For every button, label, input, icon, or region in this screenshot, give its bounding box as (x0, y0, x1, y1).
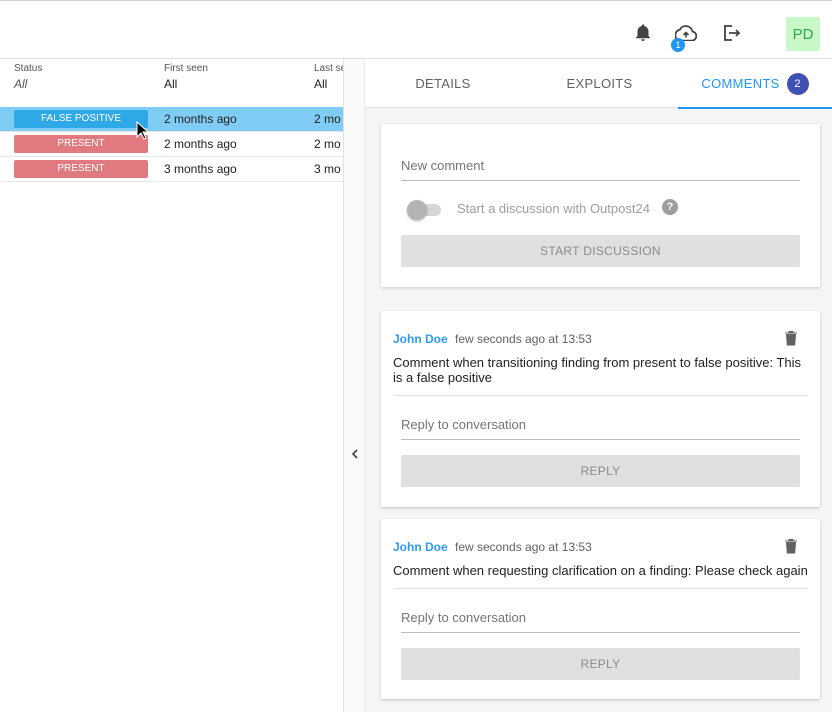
mouse-cursor-icon (136, 121, 150, 140)
comment-author[interactable]: John Doe (393, 332, 448, 346)
comment-card: John Doe few seconds ago at 13:53 Commen… (381, 519, 820, 699)
findings-table: Status All First seen All Last se All FA… (0, 59, 343, 712)
new-comment-input[interactable]: New comment (401, 158, 800, 181)
notification-badge: 1 (671, 38, 685, 52)
status-badge: PRESENT (14, 160, 148, 178)
comments-count-badge: 2 (786, 72, 809, 95)
comment-time: few seconds ago at 13:53 (455, 540, 592, 554)
reply-button[interactable]: REPLY (401, 455, 800, 487)
panel-divider[interactable] (343, 59, 365, 712)
chevron-left-icon[interactable] (348, 447, 362, 461)
table-row[interactable]: PRESENT 2 months ago 2 mo (0, 132, 343, 157)
help-icon[interactable]: ? (662, 199, 678, 215)
comment-text: Comment when transitioning finding from … (393, 355, 802, 385)
start-discussion-button[interactable]: START DISCUSSION (401, 235, 800, 267)
first-seen-cell: 2 months ago (164, 112, 237, 126)
comment-text: Comment when requesting clarification on… (393, 563, 808, 578)
first-seen-filter[interactable]: All (164, 77, 177, 91)
status-badge: FALSE POSITIVE (14, 110, 148, 128)
bell-icon[interactable] (631, 21, 655, 45)
trash-icon[interactable] (784, 538, 798, 554)
table-row[interactable]: PRESENT 3 months ago 3 mo (0, 157, 343, 182)
trash-icon[interactable] (784, 330, 798, 346)
top-bar: 1 PD (0, 0, 832, 59)
divider (393, 395, 808, 396)
logout-icon[interactable] (719, 21, 743, 45)
tab-exploits[interactable]: EXPLOITS (521, 59, 678, 108)
column-header-last-seen[interactable]: Last se (314, 63, 343, 74)
first-seen-cell: 3 months ago (164, 162, 237, 176)
column-header-status[interactable]: Status (14, 63, 42, 74)
tab-label: DETAILS (415, 76, 471, 91)
tab-bar: DETAILS EXPLOITS COMMENTS 2 (365, 59, 832, 109)
tab-comments[interactable]: COMMENTS 2 (678, 59, 832, 109)
active-tab-indicator (678, 107, 832, 109)
comment-card: John Doe few seconds ago at 13:53 Commen… (381, 311, 820, 507)
last-seen-cell: 2 mo (314, 112, 341, 126)
discussion-toggle-knob[interactable] (407, 200, 427, 220)
table-row[interactable]: FALSE POSITIVE 2 months ago 2 mo (0, 107, 343, 132)
comment-time: few seconds ago at 13:53 (455, 332, 592, 346)
status-badge: PRESENT (14, 135, 148, 153)
divider (393, 588, 808, 589)
tab-label: COMMENTS (701, 76, 780, 91)
column-header-first-seen[interactable]: First seen (164, 63, 208, 74)
reply-button[interactable]: REPLY (401, 648, 800, 680)
discussion-toggle-label: Start a discussion with Outpost24 (457, 201, 650, 216)
tab-details[interactable]: DETAILS (365, 59, 521, 108)
comment-author[interactable]: John Doe (393, 540, 448, 554)
reply-input[interactable]: Reply to conversation (401, 417, 800, 440)
tab-label: EXPLOITS (566, 76, 633, 91)
new-comment-card: New comment Start a discussion with Outp… (381, 124, 820, 287)
detail-panel: DETAILS EXPLOITS COMMENTS 2 New comment … (365, 59, 832, 712)
last-seen-filter[interactable]: All (314, 77, 327, 91)
last-seen-cell: 2 mo (314, 137, 341, 151)
first-seen-cell: 2 months ago (164, 137, 237, 151)
status-filter[interactable]: All (14, 77, 27, 91)
reply-input[interactable]: Reply to conversation (401, 610, 800, 633)
last-seen-cell: 3 mo (314, 162, 341, 176)
avatar[interactable]: PD (786, 17, 820, 51)
